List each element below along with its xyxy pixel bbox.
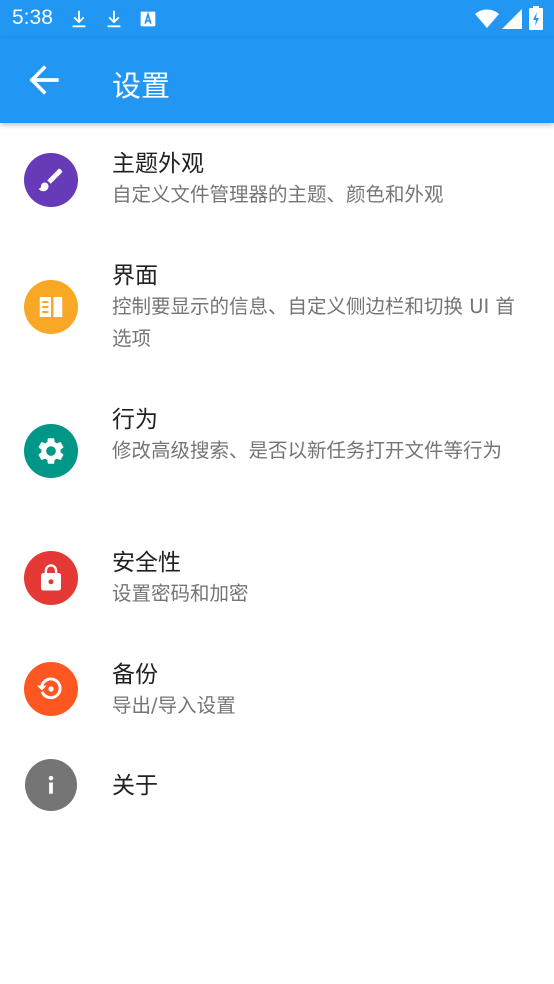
view-quilt-icon [24, 280, 78, 334]
download-icon [72, 10, 86, 28]
settings-item-subtitle: 控制要显示的信息、自定义侧边栏和切换 UI 首选项 [112, 295, 515, 350]
settings-item-subtitle: 修改高级搜索、是否以新任务打开文件等行为 [112, 439, 503, 462]
settings-item-title: 安全性 [112, 550, 181, 576]
lock-icon [24, 551, 78, 605]
status-bar: 5:38 [0, 0, 554, 38]
settings-item-title: 界面 [112, 263, 158, 289]
settings-item-behavior[interactable]: 行为 修改高级搜索、是否以新任务打开文件等行为 [0, 395, 554, 520]
settings-item-title: 行为 [112, 407, 158, 433]
settings-item-theme[interactable]: 主题外观 自定义文件管理器的主题、颜色和外观 [0, 123, 554, 233]
settings-item-security[interactable]: 安全性 设置密码和加密 [0, 538, 554, 630]
app-bar: 设置 [0, 38, 554, 123]
app-icon [140, 11, 156, 27]
settings-item-subtitle: 自定义文件管理器的主题、颜色和外观 [112, 183, 444, 206]
battery-charging-icon [529, 6, 543, 30]
gear-icon [24, 424, 78, 478]
back-button[interactable] [22, 58, 66, 102]
wifi-icon [475, 9, 499, 28]
settings-item-about[interactable]: 关于 [0, 751, 554, 821]
signal-icon [502, 9, 522, 29]
download-icon [107, 10, 121, 28]
brush-icon [24, 153, 78, 207]
settings-item-subtitle: 设置密码和加密 [112, 582, 249, 605]
info-icon [25, 759, 77, 811]
restore-icon [24, 662, 78, 716]
status-time: 5:38 [12, 6, 53, 29]
settings-item-title: 关于 [112, 773, 158, 799]
settings-item-title: 主题外观 [112, 151, 204, 177]
settings-item-title: 备份 [112, 662, 158, 688]
page-title: 设置 [112, 69, 171, 103]
settings-item-subtitle: 导出/导入设置 [112, 694, 236, 717]
settings-item-interface[interactable]: 界面 控制要显示的信息、自定义侧边栏和切换 UI 首选项 [0, 251, 554, 376]
arrow-back-icon [29, 65, 59, 95]
settings-item-backup[interactable]: 备份 导出/导入设置 [0, 650, 554, 742]
